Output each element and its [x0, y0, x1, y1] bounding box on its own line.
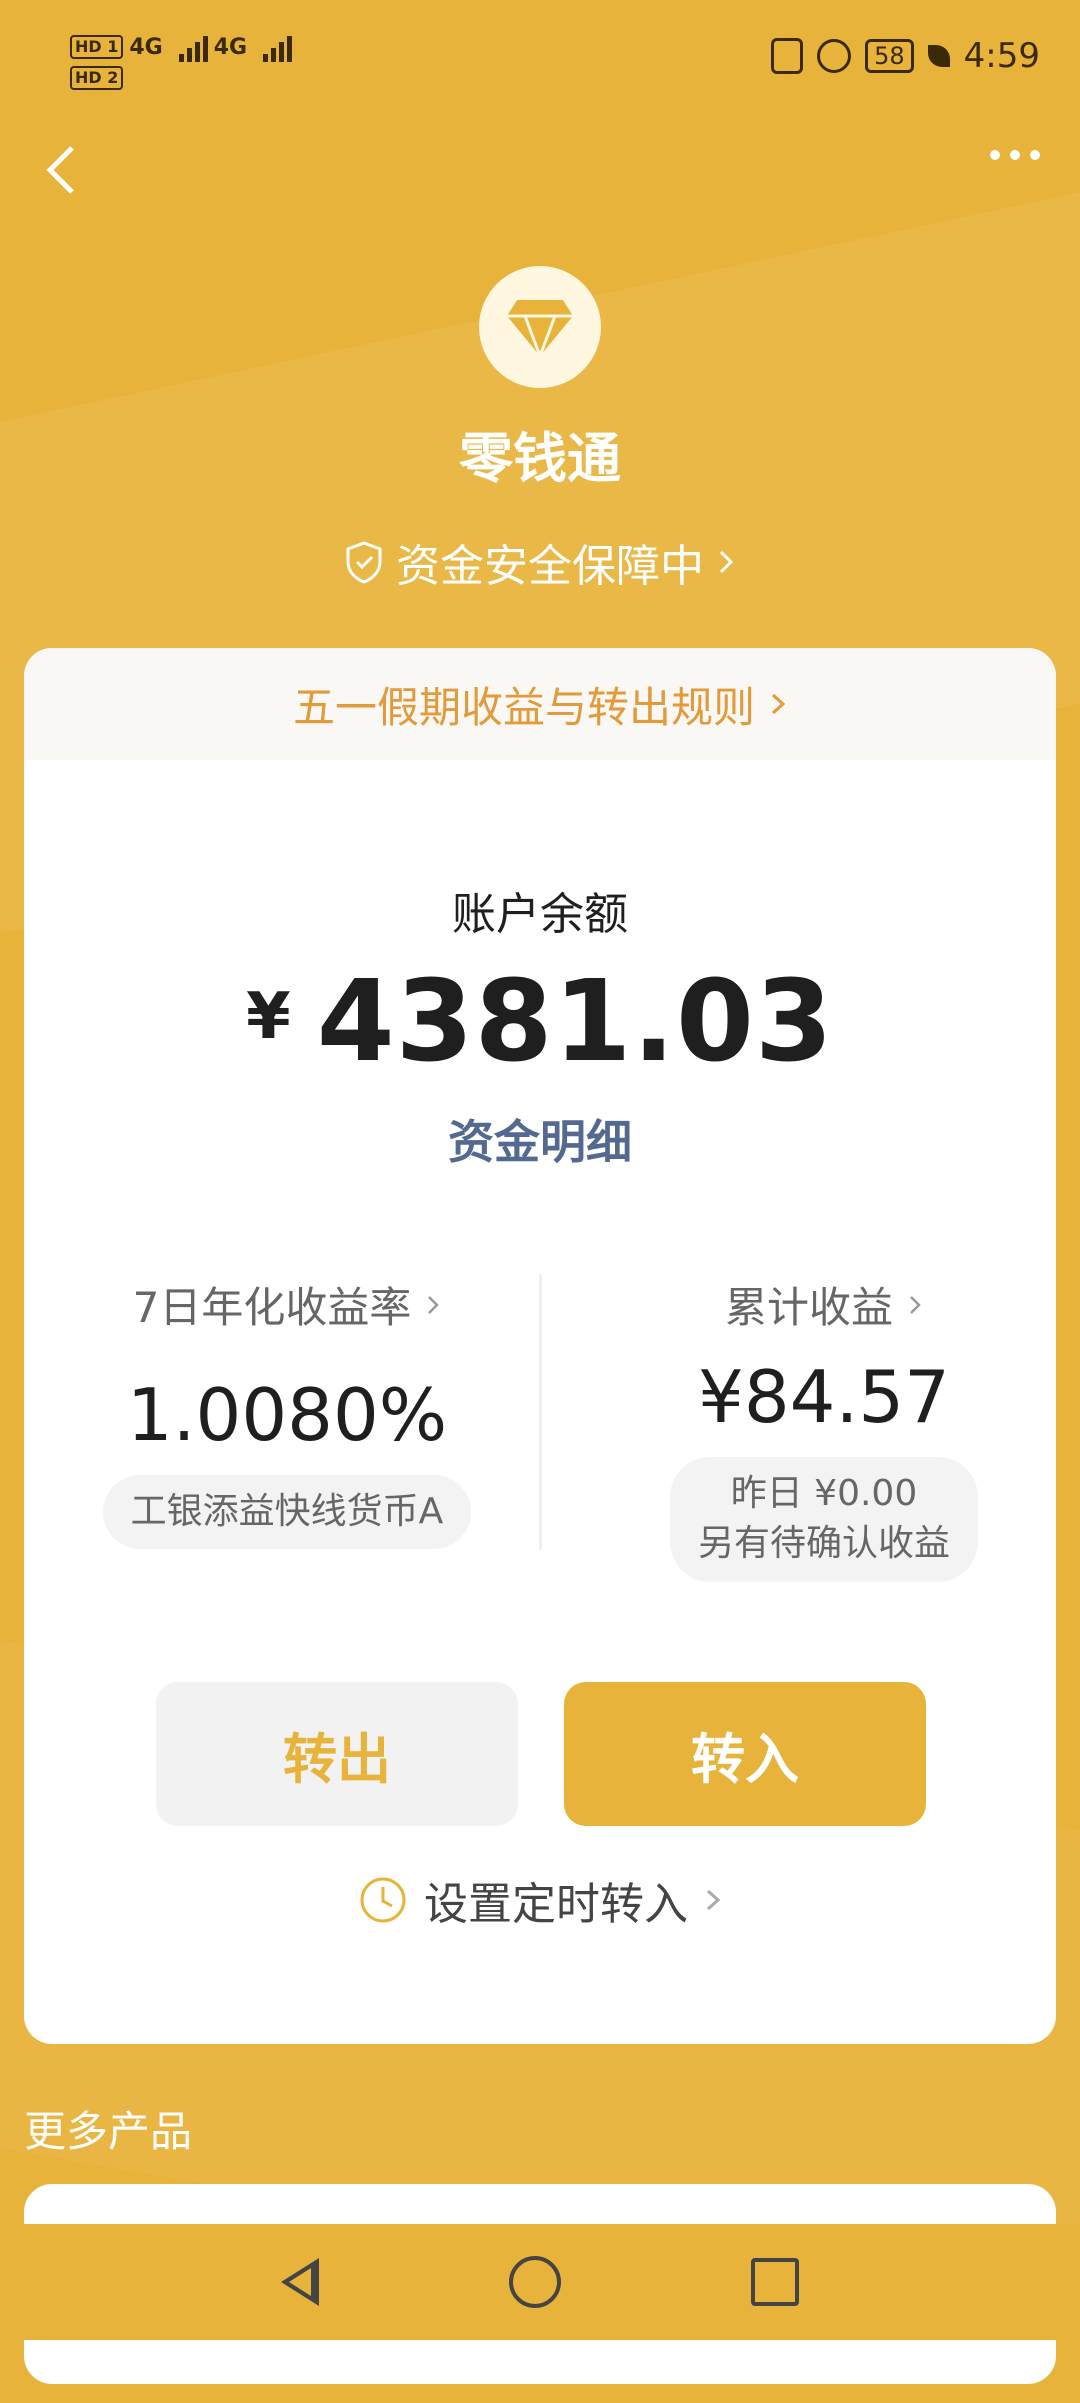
balance-label: 账户余额 [452, 889, 628, 940]
dot-icon [1010, 150, 1020, 160]
chevron-right-icon [719, 550, 734, 574]
shield-icon [346, 541, 382, 584]
diamond-icon [507, 300, 573, 358]
scheduled-transfer-link[interactable]: 设置定时转入 [24, 1868, 1056, 1932]
clock: 4:59 [963, 36, 1040, 76]
balance-amount: ¥ 4381.03 [24, 966, 1056, 1078]
back-button[interactable] [42, 140, 82, 200]
nav-home-icon[interactable] [509, 2256, 561, 2308]
holiday-rules-notice[interactable]: 五一假期收益与转出规则 [24, 648, 1056, 760]
schedule-text: 设置定时转入 [424, 1879, 688, 1930]
transfer-out-button[interactable]: 转出 [156, 1682, 518, 1826]
yield-label: 7日年化收益率 [132, 1283, 412, 1332]
nav-back-icon[interactable] [281, 2258, 319, 2306]
yesterday-earnings: 昨日 ¥0.00 [730, 1473, 918, 1514]
yield-value: 1.0080% [126, 1373, 448, 1457]
chevron-right-icon [428, 1295, 440, 1314]
signal-icon [178, 32, 208, 62]
more-products-title: 更多产品 [24, 2107, 193, 2156]
safety-guarantee-link[interactable]: 资金安全保障中 [0, 530, 1080, 594]
earnings-value: ¥84.57 [698, 1355, 950, 1439]
earnings-detail-badge: 昨日 ¥0.00 另有待确认收益 [669, 1457, 978, 1582]
earnings-label: 累计收益 [724, 1283, 893, 1332]
chevron-right-icon [706, 1889, 721, 1911]
power-saving-icon [927, 45, 950, 67]
page-title: 零钱通 [459, 427, 621, 490]
hd-badge-2: HD 2 [70, 66, 124, 90]
status-bar: HD 1 4G 4G HD 2 58 4:59 [0, 0, 1080, 120]
nfc-icon [771, 38, 804, 74]
status-right: 58 4:59 [771, 36, 1040, 76]
balance-value: 4381.03 [316, 957, 834, 1087]
network-label-2: 4G [213, 34, 248, 60]
app-logo [479, 266, 601, 388]
balance-card: 五一假期收益与转出规则 账户余额 ¥ 4381.03 资金明细 7日年化收益率 … [24, 648, 1056, 2044]
earnings-section: 累计收益 ¥84.57 昨日 ¥0.00 另有待确认收益 [609, 1274, 1039, 1582]
alarm-icon [817, 39, 852, 73]
transfer-in-button[interactable]: 转入 [564, 1682, 926, 1826]
dot-icon [1030, 150, 1040, 160]
hd-badge-1: HD 1 [70, 35, 124, 59]
earnings-label-link[interactable]: 累计收益 [609, 1274, 1039, 1335]
network-label-1: 4G [129, 34, 163, 60]
clock-icon [360, 1877, 406, 1923]
currency-symbol: ¥ [246, 980, 291, 1054]
chevron-right-icon [910, 1295, 921, 1314]
divider [539, 1274, 542, 1550]
more-options-button[interactable] [990, 150, 1040, 160]
signal-icon [263, 32, 293, 62]
yield-section: 7日年化收益率 1.0080% 工银添益快线货币A [72, 1274, 502, 1550]
notice-text: 五一假期收益与转出规则 [292, 682, 755, 732]
fund-details-link[interactable]: 资金明细 [24, 1106, 1056, 1172]
safety-text: 资金安全保障中 [396, 541, 704, 592]
fund-name-badge[interactable]: 工银添益快线货币A [102, 1475, 472, 1550]
nav-recents-icon[interactable] [751, 2258, 799, 2306]
yield-label-link[interactable]: 7日年化收益率 [72, 1274, 502, 1335]
chevron-right-icon [771, 693, 786, 715]
battery-indicator: 58 [865, 39, 914, 73]
dot-icon [990, 150, 1000, 160]
chevron-left-icon [46, 146, 74, 194]
signal-indicators: HD 1 4G 4G HD 2 [70, 32, 293, 90]
system-nav-bar [0, 2224, 1080, 2340]
pending-earnings: 另有待确认收益 [697, 1523, 950, 1565]
